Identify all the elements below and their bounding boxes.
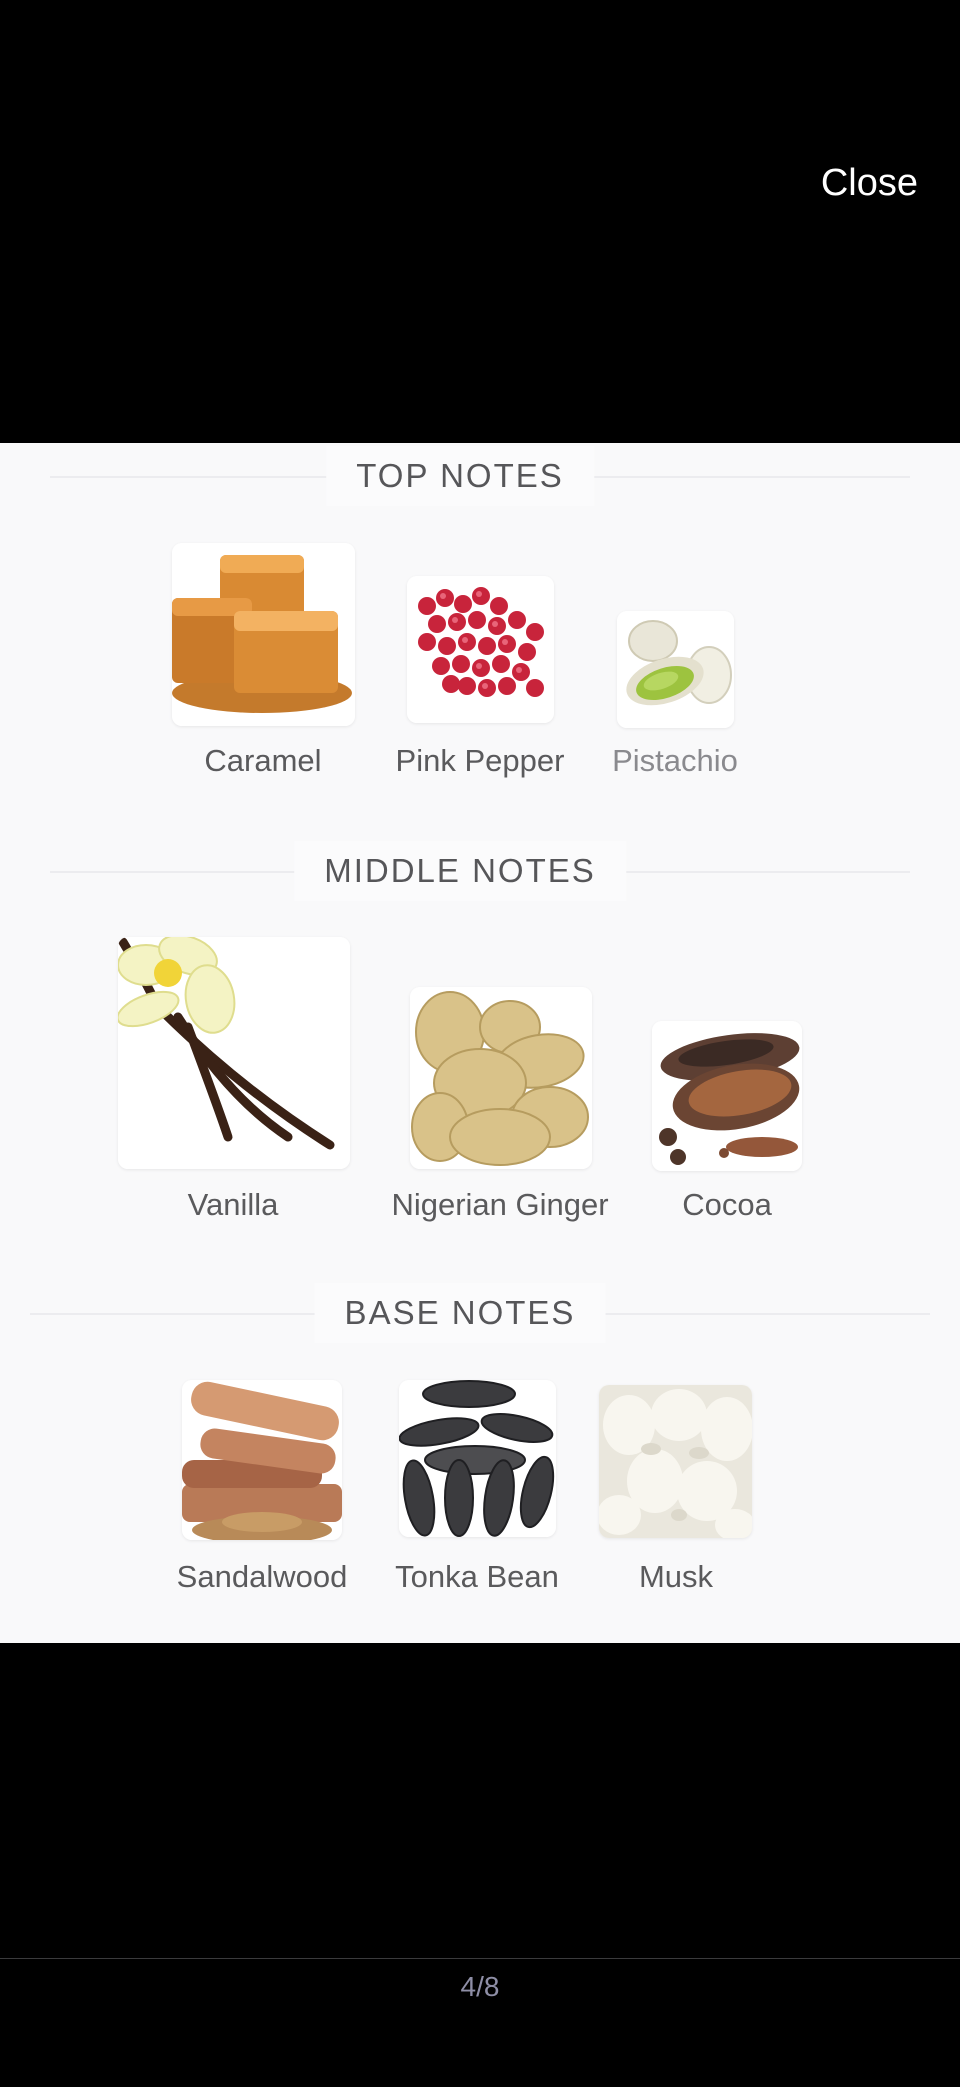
page-counter: 4/8 bbox=[460, 1971, 500, 2002]
caramel-icon bbox=[172, 543, 355, 726]
section-title: TOP NOTES bbox=[326, 446, 594, 506]
note-label: Nigerian Ginger bbox=[391, 1187, 609, 1222]
close-button[interactable]: Close bbox=[821, 162, 918, 205]
note-label: Caramel bbox=[204, 743, 322, 778]
note-label: Pistachio bbox=[612, 743, 738, 778]
section-title: BASE NOTES bbox=[314, 1283, 606, 1343]
note-label: Tonka Bean bbox=[395, 1559, 559, 1594]
note-label: Musk bbox=[638, 1559, 714, 1594]
musk-icon bbox=[599, 1385, 752, 1538]
pink-pepper-icon bbox=[407, 576, 554, 723]
top-notes-header: TOP NOTES bbox=[0, 446, 960, 506]
sandalwood-icon bbox=[182, 1380, 342, 1540]
note-label: Vanilla bbox=[187, 1187, 279, 1222]
fragrance-notes-image: TOP NOTES Caramel Pink Pepper Pistachio … bbox=[0, 443, 960, 1643]
note-label: Sandalwood bbox=[176, 1559, 348, 1594]
note-label: Cocoa bbox=[682, 1187, 772, 1222]
pager: 4/8 bbox=[0, 1958, 960, 2002]
ginger-icon bbox=[410, 987, 592, 1169]
tonka-bean-icon bbox=[399, 1380, 556, 1537]
cocoa-icon bbox=[652, 1021, 802, 1171]
note-label: Pink Pepper bbox=[395, 743, 565, 778]
pistachio-icon bbox=[617, 611, 734, 728]
section-title: MIDDLE NOTES bbox=[294, 841, 626, 901]
middle-notes-header: MIDDLE NOTES bbox=[0, 841, 960, 901]
vanilla-icon bbox=[118, 937, 350, 1169]
base-notes-header: BASE NOTES bbox=[0, 1283, 960, 1343]
